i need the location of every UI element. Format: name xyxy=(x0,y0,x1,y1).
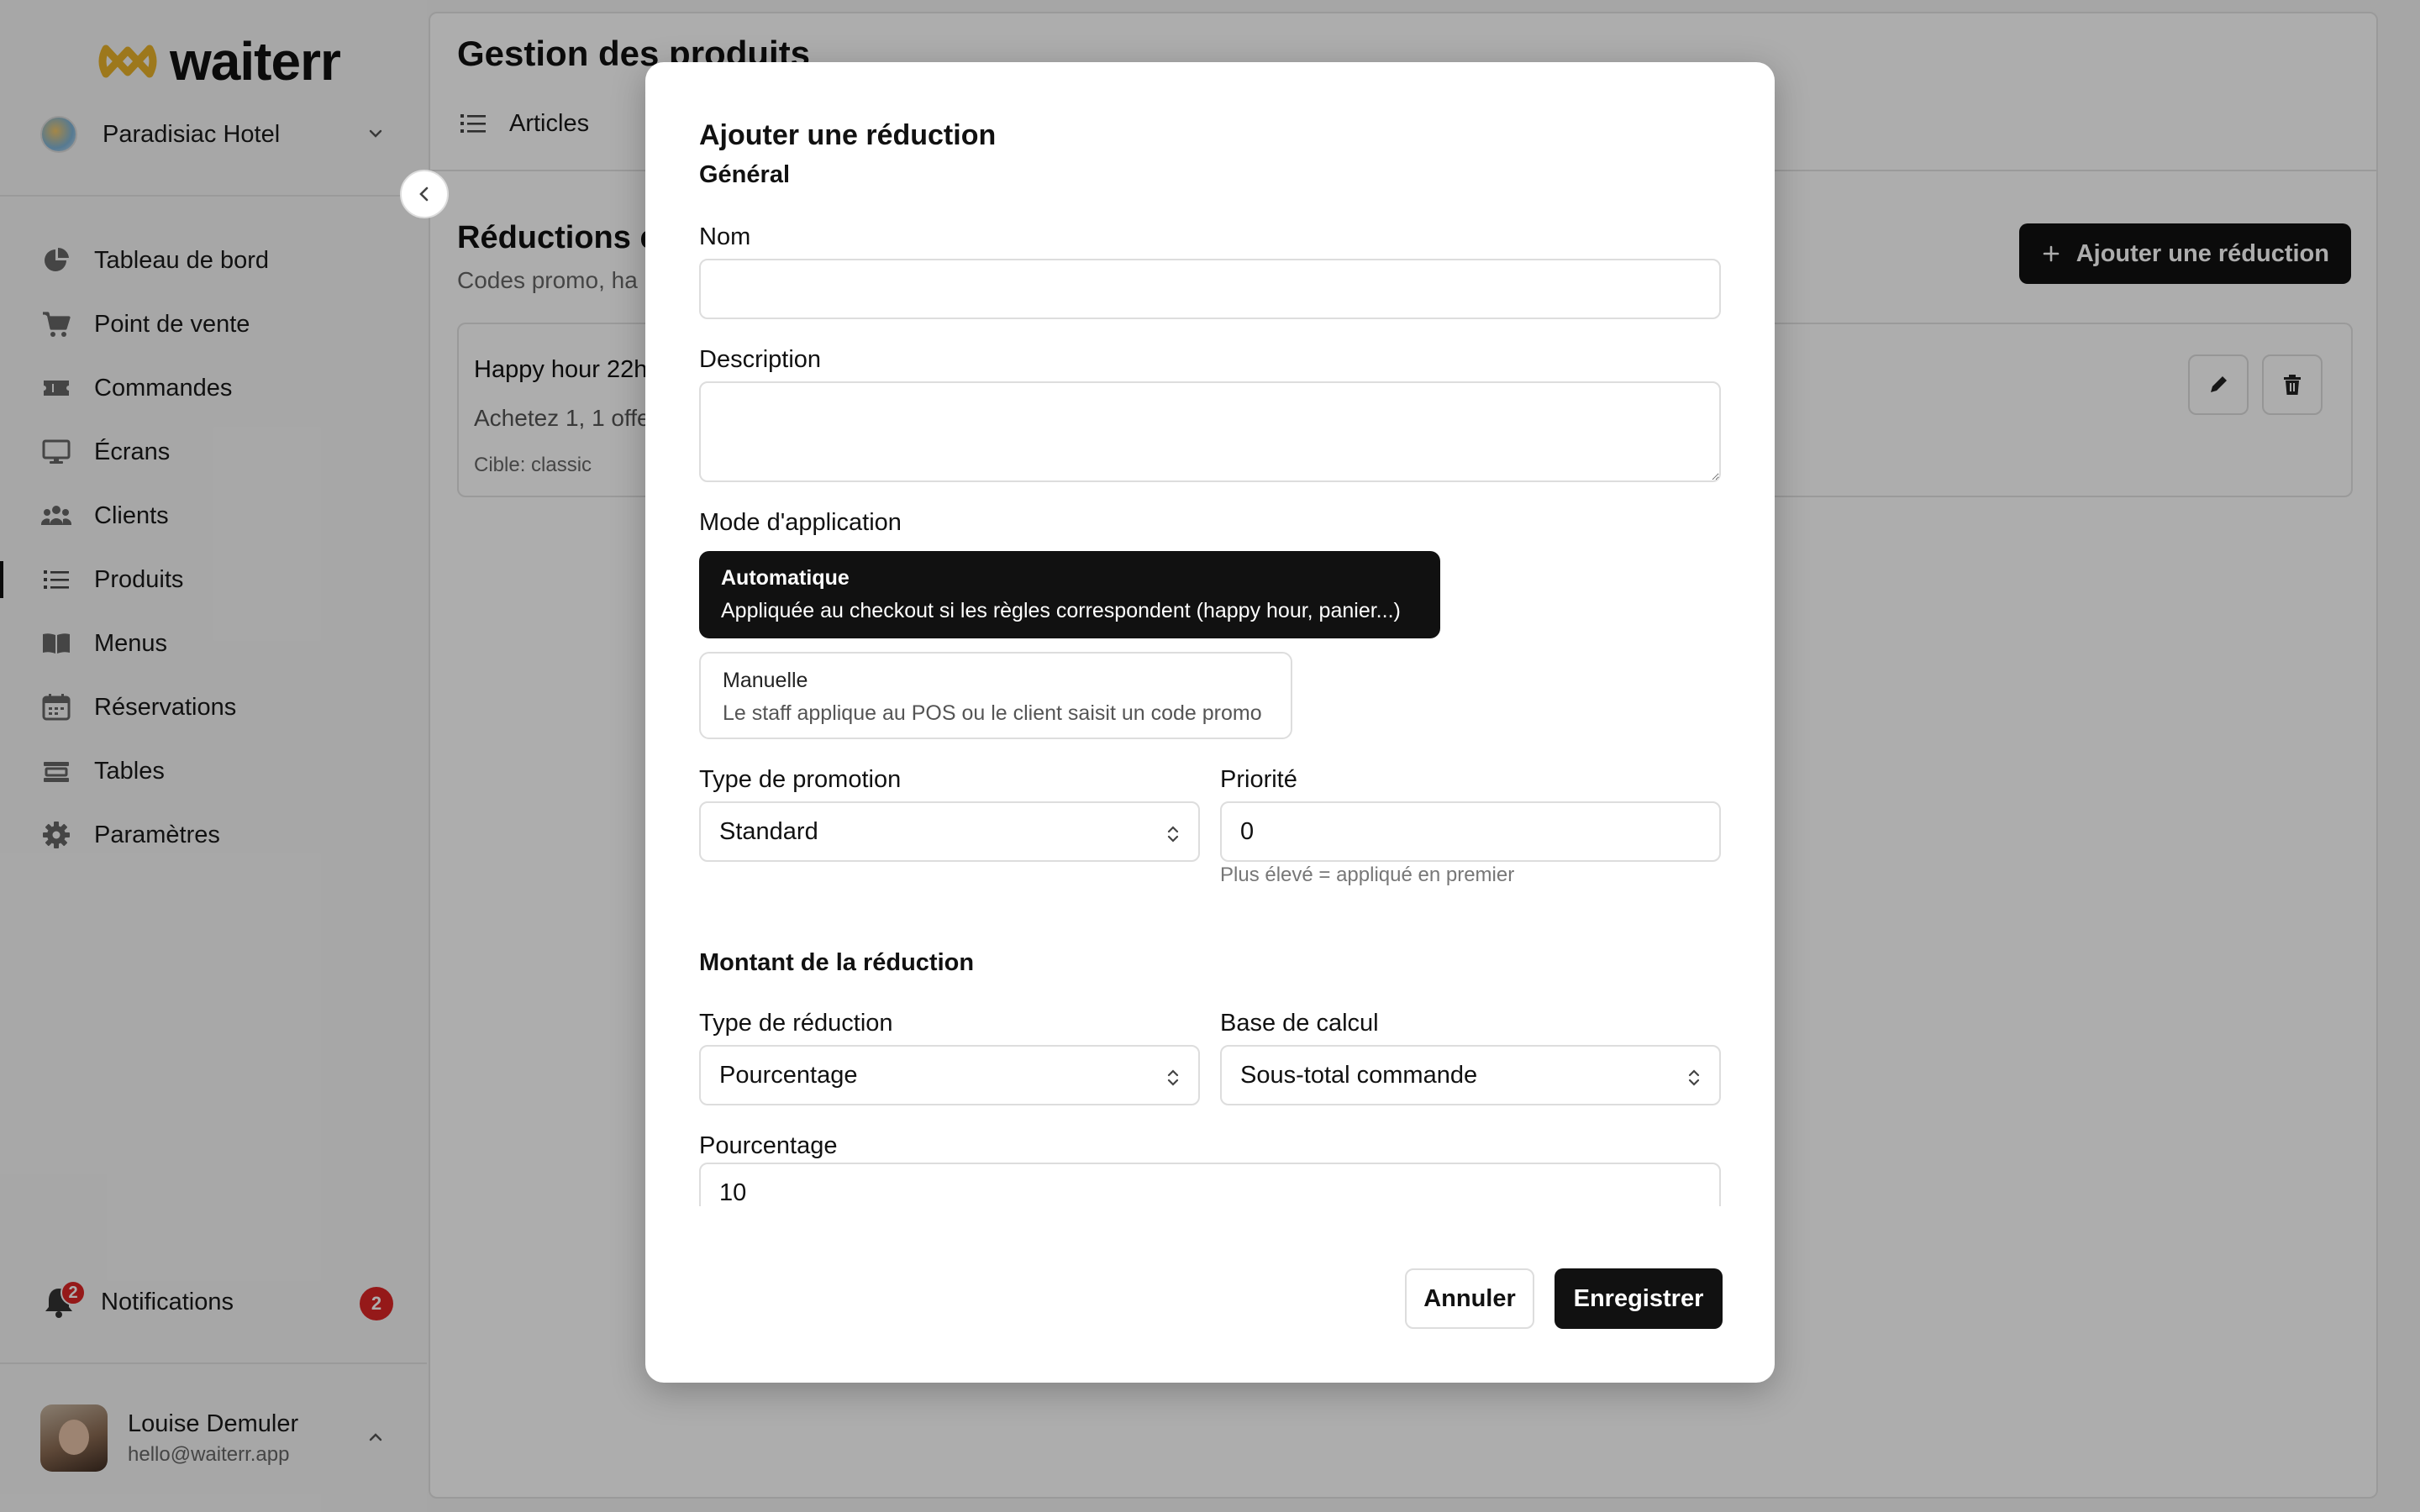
modal-title: Ajouter une réduction xyxy=(699,119,997,151)
mode-manual-option[interactable]: Manuelle Le staff applique au POS ou le … xyxy=(699,652,1292,739)
promo-type-label: Type de promotion xyxy=(699,766,902,793)
mode-manual-description: Le staff applique au POS ou le client sa… xyxy=(723,701,1262,725)
mode-label: Mode d'application xyxy=(699,509,902,536)
chevron-up-down-icon xyxy=(1688,1069,1700,1086)
collapse-sidebar-button[interactable] xyxy=(400,170,449,218)
section-general: Général xyxy=(699,161,790,188)
mode-automatic-option[interactable]: Automatique Appliquée au checkout si les… xyxy=(699,551,1440,638)
priority-label: Priorité xyxy=(1220,766,1297,793)
name-label: Nom xyxy=(699,223,751,250)
chevron-up-down-icon xyxy=(1167,1069,1179,1086)
promo-type-select[interactable]: Standard xyxy=(699,801,1200,862)
description-label: Description xyxy=(699,346,822,373)
percentage-label: Pourcentage xyxy=(699,1132,838,1159)
amount-heading: Montant de la réduction xyxy=(699,949,975,976)
app-root: waiterr Paradisiac Hotel Tableau de bord… xyxy=(0,0,2420,1512)
priority-hint: Plus élevé = appliqué en premier xyxy=(1220,864,1515,886)
calc-base-label: Base de calcul xyxy=(1220,1010,1379,1037)
name-input[interactable] xyxy=(699,259,1721,319)
mode-manual-title: Manuelle xyxy=(723,669,808,692)
percentage-input[interactable] xyxy=(699,1163,1721,1206)
mode-automatic-description: Appliquée au checkout si les règles corr… xyxy=(721,599,1401,622)
scroll-area-clip xyxy=(696,1163,1729,1206)
mode-automatic-title: Automatique xyxy=(721,566,850,590)
cancel-button[interactable]: Annuler xyxy=(1405,1268,1534,1329)
discount-type-value: Pourcentage xyxy=(719,1061,858,1089)
description-textarea[interactable] xyxy=(699,381,1721,482)
chevron-left-icon xyxy=(419,186,429,202)
priority-input[interactable] xyxy=(1220,801,1721,862)
discount-type-label: Type de réduction xyxy=(699,1010,893,1037)
chevron-up-down-icon xyxy=(1167,826,1179,843)
add-discount-modal: Ajouter une réduction Général Nom Descri… xyxy=(645,62,1775,1383)
save-button[interactable]: Enregistrer xyxy=(1555,1268,1723,1329)
promo-type-value: Standard xyxy=(719,817,818,845)
calc-base-value: Sous-total commande xyxy=(1240,1061,1478,1089)
discount-type-select[interactable]: Pourcentage xyxy=(699,1045,1200,1105)
calc-base-select[interactable]: Sous-total commande xyxy=(1220,1045,1721,1105)
